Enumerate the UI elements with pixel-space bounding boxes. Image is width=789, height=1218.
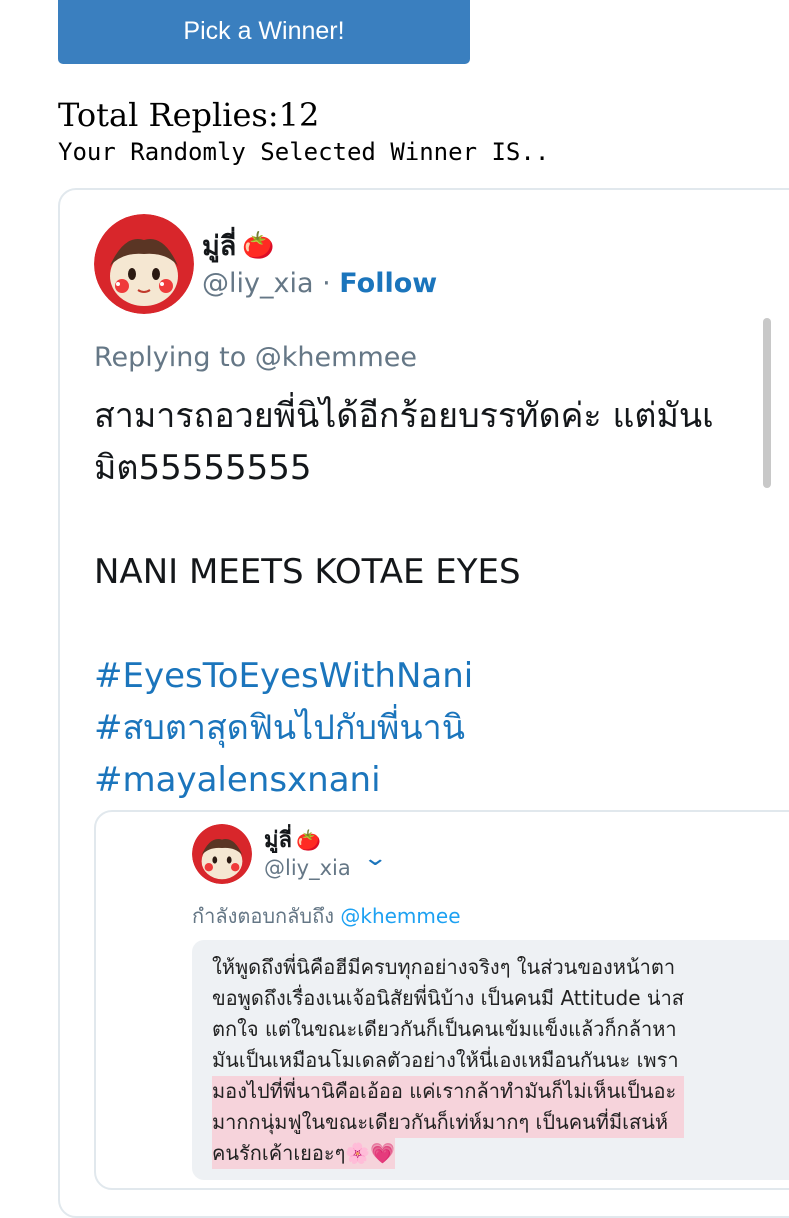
quoted-image[interactable]: มู่ลี่ 🍅 @liy_xia ⌄ กำลังตอบกลับถึง @khe… bbox=[94, 810, 789, 1190]
quoted-text: ให้พูดถึงพี่นิคือฮีมีครบทุกอย่างจริงๆ ใน… bbox=[212, 952, 685, 1169]
tweet-text-line: สามารถอวยพี่นิได้อีกร้อยบรรทัดค่ะ แต่มัน… bbox=[94, 396, 714, 436]
quoted-reply-mention: @khemmee bbox=[340, 904, 461, 928]
quoted-text-line-highlighted: คนรักเค้าเยอะๆ🌸💗 bbox=[212, 1138, 396, 1169]
hashtag-link[interactable]: #EyesToEyesWithNani bbox=[94, 650, 714, 702]
quoted-text-line-highlighted: มากกนุ่มฟูในขณะเดียวกันก็เท่ห์มากๆ เป็นค… bbox=[212, 1107, 685, 1138]
tweet-embed[interactable]: มู่ลี่ 🍅 @liy_xia · Follow Replying to @… bbox=[58, 188, 789, 1218]
author-name-row[interactable]: มู่ลี่ 🍅 bbox=[202, 224, 275, 267]
avatar[interactable] bbox=[94, 214, 194, 314]
hashtag-link[interactable]: #สบตาสุดฟินไปกับพี่นานิ bbox=[94, 702, 714, 754]
avatar-image-icon bbox=[192, 824, 252, 884]
winner-intro: Your Randomly Selected Winner IS.. bbox=[58, 138, 550, 166]
quoted-name-row: มู่ลี่ 🍅 bbox=[264, 822, 321, 857]
quoted-text-line: มันเป็นเหมือนโมเดลตัวอย่างให้นี่เองเหมือ… bbox=[212, 1048, 679, 1072]
quoted-avatar bbox=[192, 824, 252, 884]
quoted-display-name: มู่ลี่ bbox=[264, 828, 292, 853]
scrollbar[interactable] bbox=[763, 318, 771, 488]
author-display-name[interactable]: มู่ลี่ bbox=[202, 224, 236, 267]
quoted-text-box: ให้พูดถึงพี่นิคือฮีมีครบทุกอย่างจริงๆ ใน… bbox=[192, 940, 789, 1180]
pick-winner-button[interactable]: Pick a Winner! bbox=[58, 0, 470, 64]
quoted-reply-prefix: กำลังตอบกลับถึง bbox=[192, 904, 341, 928]
chevron-down-icon: ⌄ bbox=[362, 846, 389, 871]
total-replies: Total Replies:12 bbox=[58, 96, 320, 134]
tomato-emoji: 🍅 bbox=[242, 230, 275, 261]
quoted-text-line: ตกใจ แต่ในขณะเดียวกันก็เป็นคนเข้มแข็งแล้… bbox=[212, 1017, 677, 1041]
tweet-text: สามารถอวยพี่นิได้อีกร้อยบรรทัดค่ะ แต่มัน… bbox=[94, 390, 714, 806]
follow-link[interactable]: Follow bbox=[339, 268, 437, 299]
tweet-text-line: มิต55555555 bbox=[94, 448, 312, 488]
replying-to[interactable]: Replying to @khemmee bbox=[94, 342, 417, 373]
tweet-text-line: NANI MEETS KOTAE EYES bbox=[94, 552, 521, 592]
tomato-emoji: 🍅 bbox=[295, 827, 321, 852]
quoted-replying-to: กำลังตอบกลับถึง @khemmee bbox=[192, 900, 461, 932]
tweet-text-line bbox=[94, 494, 714, 546]
quoted-text-line-highlighted: มองไปที่พี่นานิคือเอ้ออ แค่เรากล้าทำมันก… bbox=[212, 1076, 685, 1107]
quoted-text-line: ขอพูดถึงเรื่องเนเจ้อนิสัยพี่นิบ้าง เป็นค… bbox=[212, 986, 685, 1010]
separator-dot: · bbox=[322, 268, 331, 299]
author-handle[interactable]: @liy_xia bbox=[202, 268, 314, 299]
tweet-text-line bbox=[94, 598, 714, 650]
avatar-image-icon bbox=[94, 214, 194, 314]
quoted-handle: @liy_xia bbox=[264, 856, 351, 880]
author-handle-row: @liy_xia · Follow bbox=[202, 268, 437, 299]
quoted-text-line: ให้พูดถึงพี่นิคือฮีมีครบทุกอย่างจริงๆ ใน… bbox=[212, 955, 676, 979]
hashtag-link[interactable]: #mayalensxnani bbox=[94, 754, 714, 806]
